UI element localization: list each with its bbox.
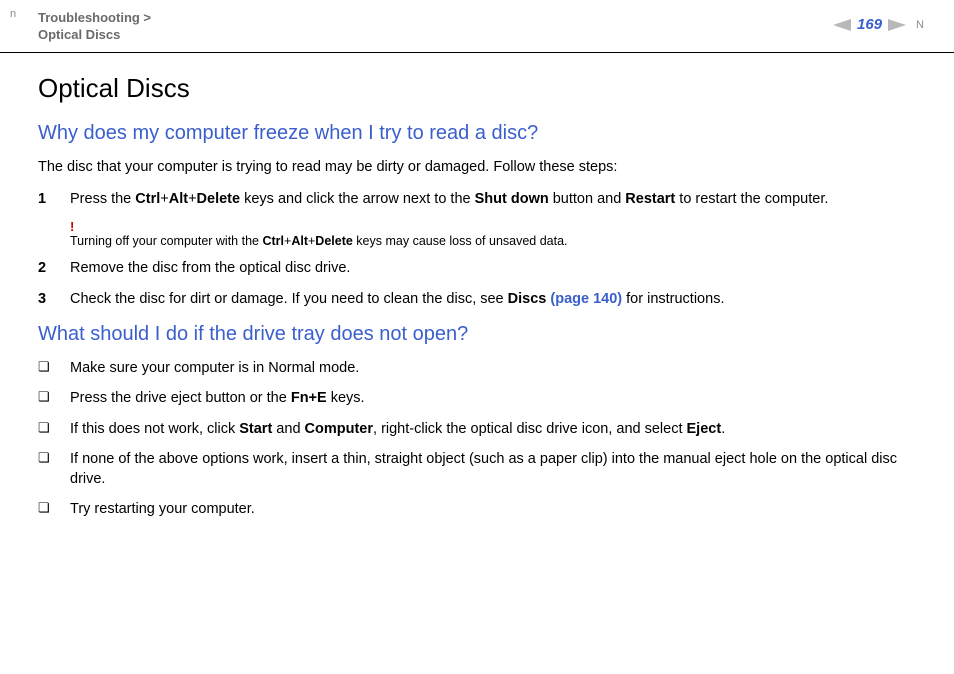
page-number: 169 — [857, 16, 882, 33]
text: to restart the computer. — [675, 191, 828, 207]
computer-label: Computer — [305, 421, 373, 437]
bullet-icon: ❏ — [38, 449, 70, 490]
text: and — [272, 421, 304, 437]
breadcrumb: Troubleshooting > Optical Discs — [38, 10, 151, 44]
step-2: 2 Remove the disc from the optical disc … — [38, 258, 916, 278]
key-ctrl: Ctrl — [262, 234, 284, 248]
step-1: 1 Press the Ctrl+Alt+Delete keys and cli… — [38, 189, 916, 209]
key-delete: Delete — [197, 191, 241, 207]
key-fn-e: Fn+E — [291, 390, 327, 406]
breadcrumb-line2: Optical Discs — [38, 27, 151, 44]
key-alt: Alt — [291, 234, 308, 248]
key-delete: Delete — [315, 234, 353, 248]
text: keys. — [327, 390, 365, 406]
bullet-icon: ❏ — [38, 358, 70, 378]
text: for instructions. — [622, 291, 724, 307]
bullet-icon: ❏ — [38, 388, 70, 408]
corner-marker: n — [10, 8, 16, 20]
list-item: ❏ If this does not work, click Start and… — [38, 419, 916, 439]
page-140-link[interactable]: (page 140) — [550, 291, 622, 307]
key-alt: Alt — [169, 191, 188, 207]
breadcrumb-line1: Troubleshooting > — [38, 10, 151, 27]
start-label: Start — [239, 421, 272, 437]
section1-title: Why does my computer freeze when I try t… — [38, 122, 916, 145]
step-3: 3 Check the disc for dirt or damage. If … — [38, 289, 916, 309]
page-title: Optical Discs — [38, 73, 916, 104]
text: Press the — [70, 191, 135, 207]
section1-intro: The disc that your computer is trying to… — [38, 157, 916, 177]
text: + — [188, 191, 196, 207]
list-item: ❏ Try restarting your computer. — [38, 499, 916, 519]
text: keys may cause loss of unsaved data. — [353, 234, 568, 248]
list-item: ❏ Make sure your computer is in Normal m… — [38, 358, 916, 378]
step-number: 3 — [38, 289, 70, 309]
item-body: Press the drive eject button or the Fn+E… — [70, 388, 916, 408]
warning-block: ! Turning off your computer with the Ctr… — [70, 219, 916, 248]
step-number: 2 — [38, 258, 70, 278]
step-number: 1 — [38, 189, 70, 209]
bullet-icon: ❏ — [38, 419, 70, 439]
item-body: Make sure your computer is in Normal mod… — [70, 358, 916, 378]
key-ctrl: Ctrl — [135, 191, 160, 207]
list-item: ❏ If none of the above options work, ins… — [38, 449, 916, 490]
discs-label: Discs — [508, 291, 551, 307]
shutdown-label: Shut down — [475, 191, 549, 207]
item-body: If none of the above options work, inser… — [70, 449, 916, 490]
warning-text: Turning off your computer with the Ctrl+… — [70, 234, 916, 248]
eject-label: Eject — [687, 421, 722, 437]
item-body: Try restarting your computer. — [70, 499, 916, 519]
text: Check the disc for dirt or damage. If yo… — [70, 291, 508, 307]
content-area: Optical Discs Why does my computer freez… — [0, 53, 954, 520]
page-header: Troubleshooting > Optical Discs 169 N — [0, 0, 954, 53]
text: Press the drive eject button or the — [70, 390, 291, 406]
corner-n-marker: N — [916, 19, 924, 31]
step-body: Remove the disc from the optical disc dr… — [70, 258, 916, 278]
item-body: If this does not work, click Start and C… — [70, 419, 916, 439]
warning-icon: ! — [70, 219, 916, 234]
text: button and — [549, 191, 626, 207]
list-item: ❏ Press the drive eject button or the Fn… — [38, 388, 916, 408]
text: + — [160, 191, 168, 207]
next-page-arrow-icon[interactable] — [888, 19, 906, 31]
section2-title: What should I do if the drive tray does … — [38, 323, 916, 346]
restart-label: Restart — [625, 191, 675, 207]
step-body: Press the Ctrl+Alt+Delete keys and click… — [70, 189, 916, 209]
step-body: Check the disc for dirt or damage. If yo… — [70, 289, 916, 309]
bullet-icon: ❏ — [38, 499, 70, 519]
text: keys and click the arrow next to the — [240, 191, 475, 207]
text: , right-click the optical disc drive ico… — [373, 421, 687, 437]
text: If this does not work, click — [70, 421, 239, 437]
text: Turning off your computer with the — [70, 234, 262, 248]
text: . — [721, 421, 725, 437]
page-nav: 169 N — [833, 16, 924, 33]
prev-page-arrow-icon[interactable] — [833, 19, 851, 31]
